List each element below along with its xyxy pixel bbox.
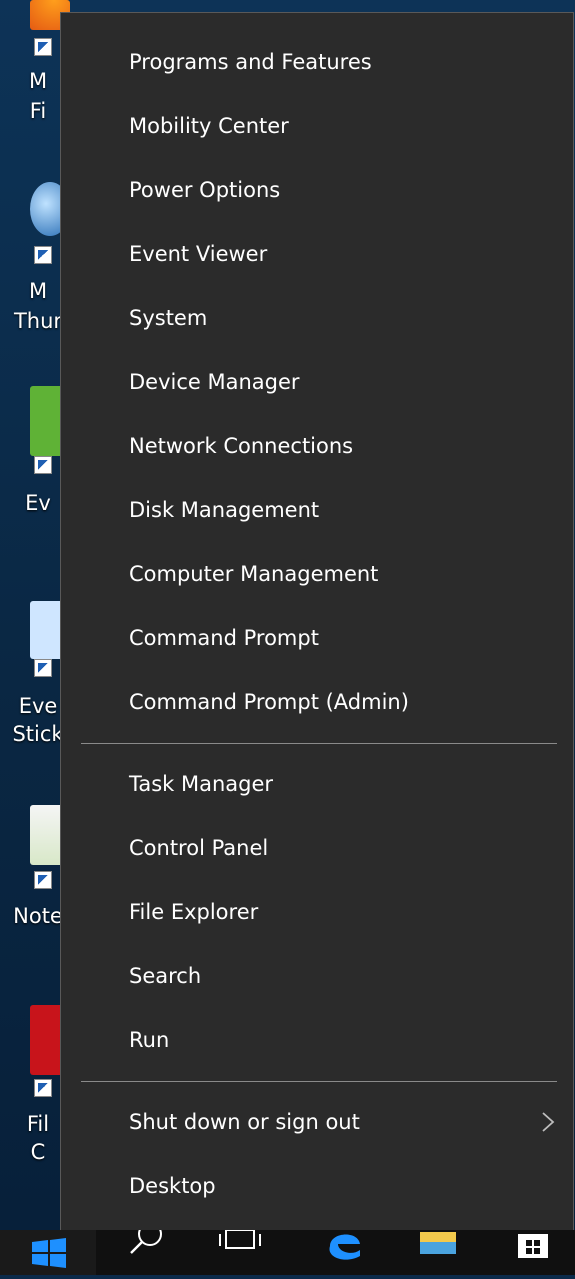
menu-item-run[interactable]: Run	[61, 1012, 573, 1068]
search-button[interactable]	[122, 1222, 170, 1275]
file-explorer-icon	[420, 1232, 456, 1254]
desktop-icon-label: M	[28, 279, 48, 303]
desktop-icon-label: Note	[13, 904, 63, 928]
menu-separator	[81, 743, 557, 744]
start-icon	[32, 1238, 66, 1268]
menu-item-control-panel[interactable]: Control Panel	[61, 820, 573, 876]
edge-button[interactable]	[320, 1230, 368, 1275]
menu-item-label: Control Panel	[129, 836, 269, 860]
menu-item-task-manager[interactable]: Task Manager	[61, 756, 573, 812]
desktop-icon-acrobat[interactable]: Fil C	[8, 1005, 70, 1175]
task-view-button[interactable]	[216, 1229, 264, 1275]
menu-item-label: Mobility Center	[129, 114, 289, 138]
menu-item-power-options[interactable]: Power Options	[61, 162, 573, 218]
desktop-icon-label: Stick	[12, 722, 64, 746]
quick-link-menu: Programs and Features Mobility Center Po…	[60, 12, 574, 1234]
menu-item-label: Task Manager	[129, 772, 274, 796]
chevron-right-icon	[542, 1112, 555, 1132]
search-icon	[130, 1222, 162, 1254]
desktop-icon-firefox[interactable]: M Fi	[8, 0, 70, 130]
menu-item-network-connections[interactable]: Network Connections	[61, 418, 573, 474]
menu-separator	[81, 1081, 557, 1082]
menu-item-command-prompt[interactable]: Command Prompt	[61, 610, 573, 666]
menu-item-label: Desktop	[129, 1174, 216, 1198]
menu-item-label: Command Prompt (Admin)	[129, 690, 409, 714]
desktop-icon-label: C	[30, 1140, 46, 1164]
menu-item-device-manager[interactable]: Device Manager	[61, 354, 573, 410]
shortcut-arrow-icon	[34, 38, 52, 56]
taskbar	[0, 1222, 575, 1275]
desktop-icon-notepad[interactable]: Note	[8, 805, 70, 935]
menu-item-label: Shut down or sign out	[129, 1110, 360, 1134]
store-button[interactable]	[510, 1230, 558, 1275]
menu-item-label: File Explorer	[129, 900, 259, 924]
desktop-icon-label: Fi	[29, 99, 47, 123]
file-explorer-button[interactable]	[414, 1230, 462, 1275]
desktop-icon-label: M	[28, 69, 48, 93]
desktop-icon-sticky-notes[interactable]: Eve Stick	[8, 595, 70, 765]
menu-item-label: Programs and Features	[129, 50, 372, 74]
desktop-icon-evernote[interactable]: Ev	[8, 380, 70, 520]
menu-item-label: Device Manager	[129, 370, 300, 394]
shortcut-arrow-icon	[34, 871, 52, 889]
menu-item-label: Command Prompt	[129, 626, 319, 650]
menu-item-label: Search	[129, 964, 202, 988]
desktop-icon-label: Ev	[25, 491, 51, 515]
menu-item-search[interactable]: Search	[61, 948, 573, 1004]
menu-item-label: Computer Management	[129, 562, 379, 586]
menu-item-mobility-center[interactable]: Mobility Center	[61, 98, 573, 154]
menu-item-label: Network Connections	[129, 434, 354, 458]
edge-icon	[329, 1234, 360, 1260]
menu-item-label: Disk Management	[129, 498, 320, 522]
menu-item-label: System	[129, 306, 208, 330]
shortcut-arrow-icon	[34, 246, 52, 264]
menu-item-computer-management[interactable]: Computer Management	[61, 546, 573, 602]
desktop-icon-label: Thur	[13, 309, 63, 333]
store-icon	[518, 1234, 548, 1258]
task-view-icon	[219, 1229, 261, 1249]
start-button[interactable]	[0, 1230, 96, 1275]
shortcut-arrow-icon	[34, 659, 52, 677]
menu-item-label: Run	[129, 1028, 170, 1052]
menu-item-system[interactable]: System	[61, 290, 573, 346]
desktop-icon-label: Fil	[26, 1112, 50, 1136]
menu-item-disk-management[interactable]: Disk Management	[61, 482, 573, 538]
menu-item-desktop[interactable]: Desktop	[61, 1158, 573, 1214]
shortcut-arrow-icon	[34, 1079, 52, 1097]
menu-item-command-prompt-admin[interactable]: Command Prompt (Admin)	[61, 674, 573, 730]
menu-item-file-explorer[interactable]: File Explorer	[61, 884, 573, 940]
menu-item-label: Power Options	[129, 178, 281, 202]
desktop-icon-thunderbird[interactable]: M Thur	[8, 170, 70, 340]
menu-item-programs-and-features[interactable]: Programs and Features	[61, 34, 573, 90]
menu-item-label: Event Viewer	[129, 242, 268, 266]
desktop-icon-label: Eve	[18, 694, 58, 718]
menu-item-event-viewer[interactable]: Event Viewer	[61, 226, 573, 282]
menu-item-shut-down-or-sign-out[interactable]: Shut down or sign out	[61, 1094, 573, 1150]
shortcut-arrow-icon	[34, 456, 52, 474]
